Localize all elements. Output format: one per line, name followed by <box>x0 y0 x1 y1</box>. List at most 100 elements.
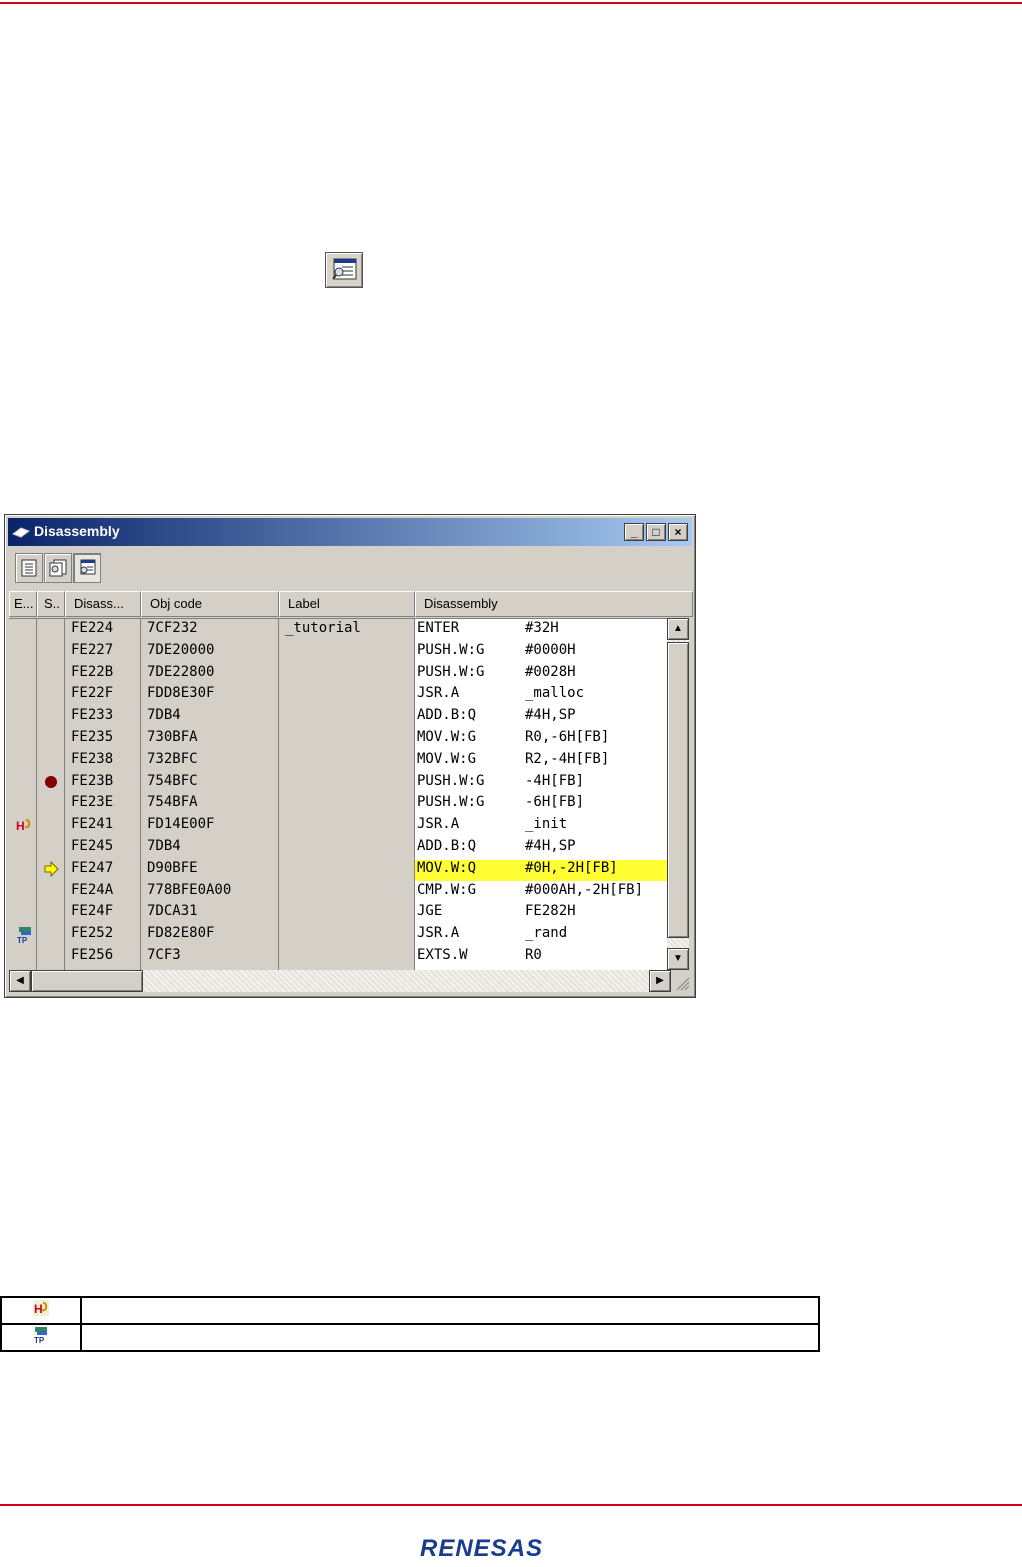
table-row[interactable]: FE235 730BFA MOV.W:G R0,-6H[FB] <box>9 728 667 750</box>
table-row[interactable]: FE23E 754BFA PUSH.W:G -6H[FB] <box>9 793 667 815</box>
window-icon <box>12 527 30 538</box>
hardware-break-icon: H <box>33 1300 49 1316</box>
hardware-break-icon[interactable]: H <box>15 817 35 837</box>
objcode-cell: 754BFC <box>147 772 198 789</box>
address-cell: FE24F <box>71 903 114 920</box>
objcode-cell: 7DE22800 <box>147 663 215 680</box>
address-cell: FE22F <box>71 685 114 702</box>
legend-row: TP <box>0 1323 820 1352</box>
source-view-button[interactable] <box>15 553 43 583</box>
objcode-cell: 7DCA31 <box>147 903 198 920</box>
table-row[interactable]: FE247 D90BFE MOV.W:Q #0H,-2H[FB] <box>9 859 667 881</box>
breakpoint-icon[interactable] <box>43 774 59 794</box>
title-bar[interactable]: Disassembly _ □ × <box>8 518 692 546</box>
close-button[interactable]: × <box>668 523 688 541</box>
address-cell: FE24A <box>71 881 114 898</box>
vertical-scroll-thumb[interactable] <box>667 642 689 938</box>
address-cell: FE233 <box>71 707 114 724</box>
address-cell: FE22B <box>71 663 114 680</box>
operand-cell: -6H[FB] <box>525 794 585 811</box>
horizontal-scroll-thumb[interactable] <box>31 970 143 992</box>
operand-cell: #4H,SP <box>525 707 576 724</box>
trace-point-icon: TP <box>34 1327 47 1345</box>
objcode-cell: 732BFC <box>147 750 198 767</box>
address-cell: FE23E <box>71 794 114 811</box>
operand-cell: _init <box>525 816 568 833</box>
objcode-cell: FDD8E30F <box>147 685 215 702</box>
scroll-right-button[interactable]: ▶ <box>649 970 671 992</box>
resize-grip-icon[interactable] <box>673 974 691 992</box>
address-cell: FE256 <box>71 947 114 963</box>
objcode-cell: 754BFA <box>147 794 198 811</box>
vertical-scrollbar[interactable]: ▲ ▼ <box>667 618 689 970</box>
operand-cell: #000AH,-2H[FB] <box>525 881 644 898</box>
legend-row: H <box>0 1296 820 1325</box>
maximize-button[interactable]: □ <box>646 523 666 541</box>
svg-text:TP: TP <box>17 936 28 944</box>
objcode-cell: 7DB4 <box>147 707 181 724</box>
mixed-view-button[interactable] <box>44 553 72 583</box>
objcode-cell: 7CF3 <box>147 947 181 963</box>
header-status[interactable]: S.. <box>37 591 65 617</box>
table-row[interactable]: TP FE252 FD82E80F JSR.A _rand <box>9 924 667 946</box>
disassembly-view-button[interactable] <box>73 553 101 583</box>
operand-cell: _rand <box>525 925 568 942</box>
table-row[interactable]: FE224 7CF232 _tutorial ENTER #32H <box>9 619 667 641</box>
objcode-cell: FD82E80F <box>147 925 215 942</box>
mixed-source-icon <box>49 559 67 577</box>
disassembly-toolbar-button[interactable] <box>325 252 363 288</box>
window-title: Disassembly <box>34 523 120 539</box>
svg-text:TP: TP <box>34 1336 45 1344</box>
scroll-up-button[interactable]: ▲ <box>667 618 689 640</box>
operand-cell: FE282H <box>525 903 576 920</box>
operand-cell: #0H,-2H[FB] <box>525 859 667 876</box>
table-row[interactable]: FE245 7DB4 ADD.B:Q #4H,SP <box>9 837 667 859</box>
table-row[interactable]: FE233 7DB4 ADD.B:Q #4H,SP <box>9 706 667 728</box>
table-row[interactable]: FE24A 778BFE0A00 CMP.W:G #000AH,-2H[FB] <box>9 881 667 903</box>
address-cell: FE23B <box>71 772 114 789</box>
objcode-cell: FD14E00F <box>147 816 215 833</box>
legend-icon-cell: H <box>0 1296 82 1325</box>
document-icon <box>21 559 37 577</box>
operand-cell: #4H,SP <box>525 838 576 854</box>
objcode-cell: 730BFA <box>147 729 198 745</box>
header-event[interactable]: E... <box>9 591 37 617</box>
objcode-cell: 7DB4 <box>147 838 181 854</box>
disassembly-window: Disassembly _ □ × E... S.. Disass... Obj… <box>4 514 696 998</box>
header-label[interactable]: Label <box>279 591 415 617</box>
table-row[interactable]: FE238 732BFC MOV.W:G R2,-4H[FB] <box>9 750 667 772</box>
table-row[interactable]: FE23B 754BFC PUSH.W:G -4H[FB] <box>9 772 667 794</box>
table-row[interactable]: FE22F FDD8E30F JSR.A _malloc <box>9 684 667 706</box>
pc-arrow-icon[interactable] <box>43 860 59 881</box>
logo-text: RENESAS <box>420 1535 543 1562</box>
table-row[interactable]: FE22B 7DE22800 PUSH.W:G #0028H <box>9 663 667 685</box>
scroll-down-button[interactable]: ▼ <box>667 948 689 970</box>
scroll-left-button[interactable]: ◀ <box>9 970 31 992</box>
source-window-icon <box>332 258 357 280</box>
objcode-cell: 7CF232 <box>147 620 198 636</box>
operand-cell: #32H <box>525 620 559 636</box>
operand-cell: -4H[FB] <box>525 772 585 789</box>
bottom-rule <box>0 1504 1022 1506</box>
header-address[interactable]: Disass... <box>65 591 141 617</box>
table-row[interactable]: FE256 7CF3 EXTS.W R0 <box>9 946 667 968</box>
legend-icon-cell: TP <box>0 1323 82 1352</box>
legend-text-cell <box>80 1296 820 1325</box>
header-disassembly[interactable]: Disassembly <box>415 591 693 617</box>
svg-text:H: H <box>34 1302 43 1316</box>
trace-point-icon[interactable]: TP <box>15 926 35 948</box>
table-row[interactable]: FE24F 7DCA31 JGE FE282H <box>9 902 667 924</box>
horizontal-scrollbar[interactable]: ◀ ▶ <box>9 970 671 992</box>
header-objcode[interactable]: Obj code <box>141 591 279 617</box>
disassembly-grid[interactable]: FE224 7CF232 _tutorial ENTER #32H FE227 7DE200… <box>9 618 667 971</box>
address-cell: FE241 <box>71 816 114 833</box>
minimize-button[interactable]: _ <box>624 523 644 541</box>
address-cell: FE252 <box>71 925 114 942</box>
address-cell: FE245 <box>71 838 114 854</box>
top-rule <box>0 2 1022 4</box>
table-row[interactable]: H FE241 FD14E00F JSR.A _init <box>9 815 667 837</box>
operand-cell: R0 <box>525 947 542 963</box>
operand-cell: #0028H <box>525 663 576 680</box>
table-row[interactable]: FE227 7DE20000 PUSH.W:G #0000H <box>9 641 667 663</box>
address-cell: FE235 <box>71 729 114 745</box>
